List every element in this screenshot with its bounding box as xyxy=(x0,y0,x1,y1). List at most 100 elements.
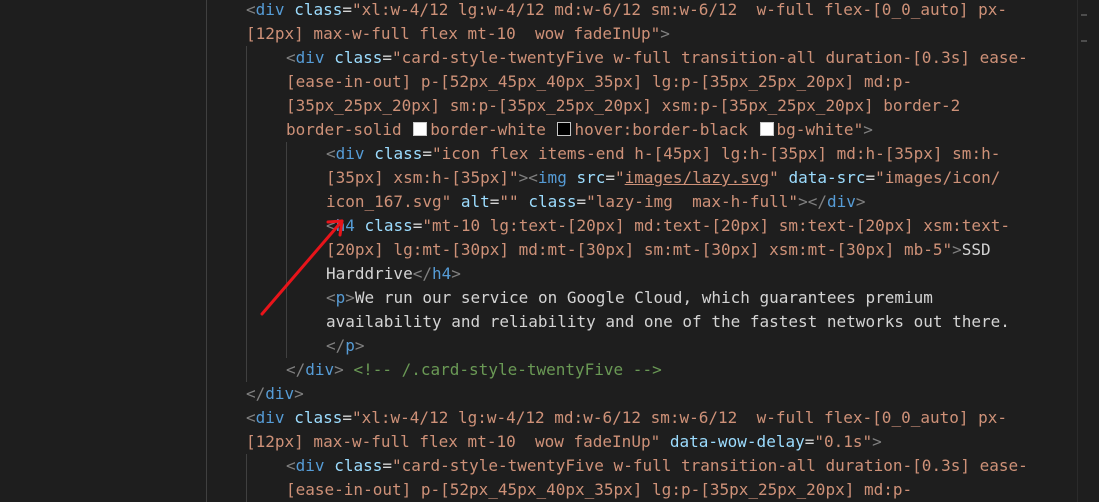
code-text: availability and reliability and one of … xyxy=(326,310,1010,334)
code-token: "mt-10 lg:text-[20px] md:text-[20px] sm:… xyxy=(422,216,1010,235)
code-token: = xyxy=(342,0,352,19)
indent-guide xyxy=(206,382,207,406)
color-swatch[interactable] xyxy=(759,122,774,136)
code-token: </ xyxy=(286,360,306,379)
code-link[interactable]: images/lazy.svg xyxy=(625,168,770,187)
code-token: alt xyxy=(460,192,490,211)
indent-guide xyxy=(286,166,287,190)
indent-guide xyxy=(206,22,207,46)
color-swatch[interactable] xyxy=(557,122,572,136)
code-line[interactable]: [12px] max-w-full flex mt-10 wow fadeInU… xyxy=(0,22,1078,46)
code-line[interactable]: <div class="card-style-twentyFive w-full… xyxy=(0,46,1078,70)
code-token: = xyxy=(605,168,616,187)
code-line[interactable]: [20px] lg:mt-[30px] md:mt-[30px] sm:mt-[… xyxy=(0,238,1078,262)
code-token: h4 xyxy=(431,264,452,283)
indent-guide xyxy=(246,70,247,94)
code-line[interactable]: availability and reliability and one of … xyxy=(0,310,1078,334)
code-token: "card-style-twentyFive w-full transition… xyxy=(392,456,1028,475)
code-line[interactable]: [35px_25px_20px] sm:p-[35px_25px_20px] x… xyxy=(0,94,1078,118)
indent-guide xyxy=(286,190,287,214)
indent-guide xyxy=(206,190,207,214)
code-text: [ease-in-out] p-[52px_45px_40px_35px] lg… xyxy=(286,70,912,94)
code-token: > xyxy=(660,24,670,43)
indent-guide xyxy=(246,262,247,286)
code-token: data-src xyxy=(788,168,866,187)
code-text: [12px] max-w-full flex mt-10 wow fadeInU… xyxy=(246,22,670,46)
code-token: < xyxy=(286,456,296,475)
code-token: class xyxy=(294,408,343,427)
code-token: "" xyxy=(499,192,519,211)
indent-guide xyxy=(206,142,207,166)
code-token: p xyxy=(345,336,355,355)
code-token: > xyxy=(451,264,461,283)
code-line[interactable]: <div class="icon flex items-end h-[45px]… xyxy=(0,142,1078,166)
code-line[interactable]: [ease-in-out] p-[52px_45px_40px_35px] lg… xyxy=(0,478,1078,502)
code-line[interactable]: border-solid border-white hover:border-b… xyxy=(0,118,1078,142)
code-token: </ xyxy=(326,336,346,355)
code-editor[interactable]: <div class="xl:w-4/12 lg:w-4/12 md:w-6/1… xyxy=(0,0,1099,502)
code-line[interactable]: [12px] max-w-full flex mt-10 wow fadeInU… xyxy=(0,430,1078,454)
indent-guide xyxy=(246,46,247,70)
code-token: = xyxy=(342,408,352,427)
code-view[interactable]: <div class="xl:w-4/12 lg:w-4/12 md:w-6/1… xyxy=(0,0,1078,502)
code-token: "xl:w-4/12 lg:w-4/12 md:w-6/12 sm:w-6/12… xyxy=(352,0,1008,19)
code-token: icon_167.svg" xyxy=(326,192,452,211)
indent-guide xyxy=(206,0,207,22)
color-swatch[interactable] xyxy=(413,122,428,136)
code-token: SSD xyxy=(961,240,991,259)
indent-guide xyxy=(246,190,247,214)
vertical-scrollbar[interactable] xyxy=(1077,0,1099,502)
code-token: class xyxy=(294,0,343,19)
scroll-marker xyxy=(1081,14,1087,16)
code-line[interactable]: </div> <!-- /.card-style-twentyFive --> xyxy=(0,358,1078,382)
code-text: <div class="icon flex items-end h-[45px]… xyxy=(326,142,1000,166)
code-token: [ease-in-out] p-[52px_45px_40px_35px] lg… xyxy=(286,480,913,499)
code-text: <div class="xl:w-4/12 lg:w-4/12 md:w-6/1… xyxy=(246,406,1007,430)
code-token: > xyxy=(354,336,365,355)
code-token: < xyxy=(286,48,296,67)
code-line[interactable]: <div class="card-style-twentyFive w-full… xyxy=(0,454,1078,478)
code-line[interactable]: <div class="xl:w-4/12 lg:w-4/12 md:w-6/1… xyxy=(0,0,1078,22)
code-token: div xyxy=(335,144,365,163)
code-token: [ease-in-out] p-[52px_45px_40px_35px] lg… xyxy=(286,72,913,91)
code-line[interactable]: <div class="xl:w-4/12 lg:w-4/12 md:w-6/1… xyxy=(0,406,1078,430)
code-token: We run our service on Google Cloud, whic… xyxy=(354,288,933,307)
code-token: </ xyxy=(246,384,266,403)
code-line[interactable]: <h4 class="mt-10 lg:text-[20px] md:text-… xyxy=(0,214,1078,238)
code-line[interactable]: icon_167.svg" alt="" class="lazy-img max… xyxy=(0,190,1078,214)
code-token: h4 xyxy=(335,216,355,235)
code-token: > xyxy=(952,240,962,259)
indent-guide xyxy=(206,406,207,430)
code-token: > xyxy=(863,120,873,139)
code-line[interactable]: Harddrive</h4> xyxy=(0,262,1078,286)
indent-guide xyxy=(206,310,207,334)
code-line[interactable]: <p>We run our service on Google Cloud, w… xyxy=(0,286,1078,310)
indent-guide xyxy=(246,358,247,382)
code-token: bg-white" xyxy=(776,120,864,139)
code-line[interactable]: </div> xyxy=(0,382,1078,406)
indent-guide xyxy=(286,286,287,310)
code-token: = xyxy=(382,48,392,67)
indent-guide xyxy=(206,70,207,94)
code-line[interactable]: </p> xyxy=(0,334,1078,358)
code-token: > xyxy=(334,360,344,379)
code-text: <div class="card-style-twentyFive w-full… xyxy=(286,46,1028,70)
code-token: [20px] lg:mt-[30px] md:mt-[30px] sm:mt-[… xyxy=(326,240,953,259)
indent-guide xyxy=(286,262,287,286)
code-token: < xyxy=(326,216,336,235)
indent-guide xyxy=(246,454,247,478)
code-token: "images/icon/ xyxy=(875,168,1001,187)
indent-guide xyxy=(206,238,207,262)
indent-guide xyxy=(286,214,287,238)
code-line[interactable]: [ease-in-out] p-[52px_45px_40px_35px] lg… xyxy=(0,70,1078,94)
code-token: < xyxy=(246,0,256,19)
code-line[interactable]: [35px] xsm:h-[35px]"><img src="images/la… xyxy=(0,166,1078,190)
indent-guide xyxy=(206,478,207,502)
code-token: class xyxy=(364,216,413,235)
indent-guide xyxy=(206,166,207,190)
